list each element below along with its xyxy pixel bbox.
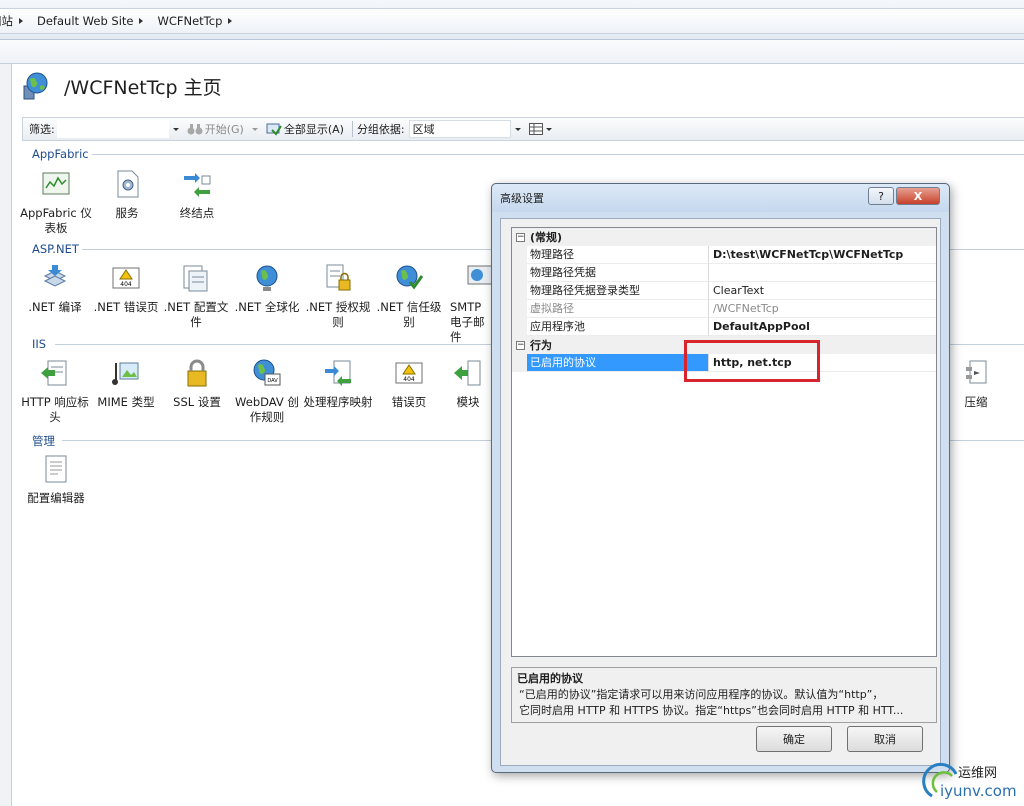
feature-services[interactable]: 服务: [91, 168, 163, 221]
svg-text:404: 404: [120, 281, 132, 288]
property-row-physical-path-credentials[interactable]: 物理路径凭据: [512, 264, 936, 282]
section-title-management: 管理: [32, 434, 55, 448]
feature-endpoints[interactable]: 终结点: [161, 168, 233, 221]
feature-error-pages[interactable]: 404 错误页: [373, 357, 445, 410]
dialog-body: − (常规) 物理路径 D:\test\WCFNetTcp\WCFNetTcp …: [500, 218, 941, 766]
collapse-toggle-icon[interactable]: −: [516, 340, 525, 350]
error-page-icon: 404: [393, 357, 425, 389]
advanced-settings-dialog: 高级设置 ? X − (常规) 物理路径 D:\test\WCFNetTcp\W…: [491, 183, 950, 773]
go-button[interactable]: 开始(G): [187, 121, 244, 137]
annotation-highlight-box: [684, 340, 820, 382]
svg-text:DAV: DAV: [267, 378, 278, 384]
feature-toolbar: 筛选: 开始(G) 全部显示(A) 分组依据: 区域: [22, 117, 1024, 141]
svg-text:404: 404: [403, 376, 415, 383]
connections-pane-edge: [0, 64, 12, 806]
modules-icon: [452, 357, 484, 389]
group-by-dropdown-icon[interactable]: [514, 127, 521, 131]
dashboard-icon: [40, 168, 72, 200]
endpoints-icon: [181, 168, 213, 200]
group-by-select[interactable]: 区域: [408, 120, 511, 138]
smtp-icon: [464, 262, 494, 294]
toolbar-separator: [351, 121, 353, 137]
help-button[interactable]: ?: [868, 187, 894, 205]
ok-button[interactable]: 确定: [756, 726, 832, 752]
close-button[interactable]: X: [896, 187, 940, 205]
config-editor-icon: [40, 453, 72, 485]
feature-net-globalization[interactable]: .NET 全球化: [231, 262, 303, 315]
property-row-physical-path[interactable]: 物理路径 D:\test\WCFNetTcp\WCFNetTcp: [512, 246, 936, 264]
globe-icon: [251, 262, 283, 294]
mime-icon: [110, 357, 142, 389]
section-title-aspnet: ASP.NET: [32, 242, 79, 256]
feature-webdav-authoring-rules[interactable]: DAV WebDAV 创作规则: [231, 357, 303, 425]
filter-label: 筛选:: [29, 123, 55, 136]
chevron-right-icon: [139, 18, 144, 24]
address-bar: 网站 Default Web Site WCFNetTcp: [0, 0, 1024, 40]
page-header: /WCFNetTcp 主页: [22, 72, 222, 100]
trust-level-icon: [393, 262, 425, 294]
dialog-title: 高级设置: [500, 192, 544, 205]
feature-http-response-headers[interactable]: HTTP 响应标头: [19, 357, 91, 425]
section-divider: [92, 154, 1024, 155]
feature-configuration-editor[interactable]: 配置编辑器: [20, 453, 92, 506]
site-globe-icon: [22, 72, 48, 100]
feature-ssl-settings[interactable]: SSL 设置: [161, 357, 233, 410]
chevron-right-icon: [19, 18, 23, 24]
go-separator-icon: [251, 127, 258, 131]
feature-net-error-pages[interactable]: 404 .NET 错误页: [90, 262, 162, 315]
feature-appfabric-dashboard[interactable]: AppFabric 仪表板: [20, 168, 92, 236]
show-all-icon: [266, 123, 282, 136]
section-title-iis: IIS: [32, 337, 47, 351]
property-row-credentials-logon-type[interactable]: 物理路径凭据登录类型 ClearText: [512, 282, 936, 300]
section-title-appfabric: AppFabric: [32, 147, 89, 161]
binoculars-icon: [187, 124, 203, 135]
authorization-icon: [322, 262, 354, 294]
feature-net-profile[interactable]: .NET 配置文件: [160, 262, 232, 330]
category-general[interactable]: − (常规): [512, 228, 936, 246]
watermark-cn: 运维网: [958, 766, 998, 781]
lock-icon: [181, 357, 213, 389]
collapse-toggle-icon[interactable]: −: [516, 232, 525, 242]
feature-net-compilation[interactable]: .NET 编译: [19, 262, 91, 315]
view-grid-icon: [528, 123, 543, 135]
breadcrumb-item-default-web-site[interactable]: Default Web Site: [37, 14, 151, 28]
description-line-1: “已启用的协议”指定请求可以用来访问应用程序的协议。默认值为“http”，: [519, 688, 884, 701]
property-description: 已启用的协议 “已启用的协议”指定请求可以用来访问应用程序的协议。默认值为“ht…: [511, 667, 937, 723]
compression-icon: [960, 357, 992, 389]
feature-handler-mappings[interactable]: 处理程序映射: [302, 357, 374, 410]
webdav-icon: DAV: [251, 357, 283, 389]
services-icon: [111, 168, 143, 200]
property-row-virtual-path: 虚拟路径 /WCFNetTcp: [512, 300, 936, 318]
property-grid[interactable]: − (常规) 物理路径 D:\test\WCFNetTcp\WCFNetTcp …: [511, 227, 937, 657]
group-by-label: 分组依据:: [356, 123, 405, 136]
breadcrumb: 网站 Default Web Site WCFNetTcp: [0, 8, 1024, 34]
feature-net-authorization-rules[interactable]: .NET 授权规则: [302, 262, 374, 330]
site-watermark: 运维网 iyunv.com: [920, 756, 1020, 802]
feature-net-trust-levels[interactable]: .NET 信任级别: [373, 262, 445, 330]
feature-compression[interactable]: 压缩: [940, 357, 1012, 410]
view-mode-button[interactable]: [528, 123, 552, 135]
breadcrumb-item-sites[interactable]: 网站: [0, 13, 31, 29]
menu-band: [0, 40, 1024, 64]
feature-mime-types[interactable]: MIME 类型: [90, 357, 162, 410]
cancel-button[interactable]: 取消: [847, 726, 923, 752]
breadcrumb-item-wcfnettcp[interactable]: WCFNetTcp: [157, 14, 240, 28]
chevron-right-icon: [228, 18, 233, 24]
property-row-application-pool[interactable]: 应用程序池 DefaultAppPool: [512, 318, 936, 336]
profile-icon: [180, 262, 212, 294]
show-all-button[interactable]: 全部显示(A): [266, 121, 344, 137]
handler-icon: [322, 357, 354, 389]
filter-dropdown-icon[interactable]: [172, 127, 179, 131]
filter-input[interactable]: [56, 120, 169, 138]
watermark-domain: iyunv.com: [940, 782, 1017, 800]
error-page-icon: 404: [110, 262, 142, 294]
feature-smtp-email[interactable]: SMTP 电子邮件: [444, 262, 494, 345]
response-headers-icon: [39, 357, 71, 389]
compile-icon: [39, 262, 71, 294]
description-line-2: 它同时启用 HTTP 和 HTTPS 协议。指定“https”也会同时启用 HT…: [519, 704, 904, 717]
page-title: /WCFNetTcp 主页: [64, 76, 222, 99]
feature-modules[interactable]: 模块: [444, 357, 492, 410]
description-title: 已启用的协议: [517, 672, 583, 685]
